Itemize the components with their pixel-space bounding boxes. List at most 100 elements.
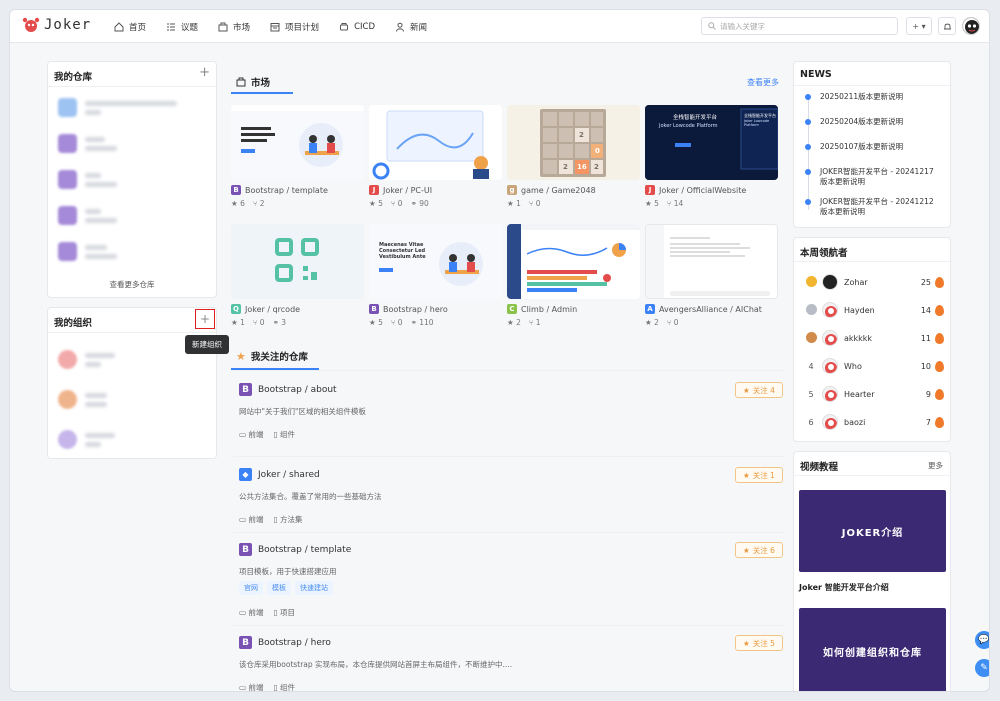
video-cover[interactable]: JOKER介绍 (799, 490, 946, 572)
official-title: 全栈智能开发平台 (673, 115, 718, 121)
my-orgs-card: 我的组织 + (47, 307, 217, 459)
thumb-image (507, 224, 640, 299)
follow-button[interactable]: ★ 关注 4 (735, 382, 783, 398)
main-nav: 首页 议题 市场 项目计划 CICD 新闻 (114, 10, 447, 43)
thumb-image (231, 105, 364, 180)
leader-row[interactable]: 6 baozi 7 (804, 412, 944, 432)
view-more-repos-link[interactable]: 查看更多仓库 (48, 279, 216, 290)
follow-button[interactable]: ★ 关注 1 (735, 467, 783, 483)
videos-more-link[interactable]: 更多 (928, 460, 943, 471)
user-avatar[interactable] (962, 17, 980, 35)
meta-frontend: ▭ 前端 (239, 430, 264, 439)
add-label: + ▾ (912, 21, 926, 31)
market-thumb-game2048[interactable]: 2 0 2 16 2 (507, 105, 640, 180)
chat-float-button[interactable]: 💬 (975, 631, 989, 649)
market-thumb-pcui[interactable] (369, 105, 502, 180)
favorite-repo-template[interactable]: B Bootstrap / template 项目模板，用于快速搭建应用 官网 模板… (233, 540, 785, 625)
divider (233, 456, 785, 457)
market-thumb-template[interactable] (231, 105, 364, 180)
nav-market[interactable]: 市场 (218, 21, 250, 33)
market-item-name[interactable]: B Bootstrap / template (231, 185, 328, 195)
avatar (822, 386, 838, 402)
market-more-link[interactable]: 查看更多 (747, 77, 779, 88)
repo-description: 项目模板，用于快速搭建应用 (239, 567, 337, 576)
nav-issues[interactable]: 议题 (166, 21, 198, 33)
repo-name[interactable]: Bootstrap / hero (258, 638, 331, 648)
favorite-repo-shared[interactable]: ◆ Joker / shared 公共方法集合。覆盖了常用的一些基础方法 ▭ 前端… (233, 465, 785, 535)
repos-title: 我的仓库 (54, 72, 93, 83)
repo-name[interactable]: Bootstrap / template (258, 545, 351, 555)
video-cover-text: JOKER介绍 (841, 527, 904, 539)
org-item[interactable] (58, 430, 115, 449)
nav-plan[interactable]: 项目计划 (270, 21, 319, 33)
market-thumb-official[interactable]: 全栈智能开发平台 Joker Lowcode Platform 全栈智能开发平台… (645, 105, 778, 180)
favorite-repo-about[interactable]: B Bootstrap / about 网站中"关于我们"区域的相关组件模板 ▭ … (233, 380, 785, 450)
repo-name[interactable]: Joker / shared (258, 470, 320, 480)
notification-button[interactable] (938, 17, 956, 35)
repo-name[interactable]: Bootstrap / about (258, 385, 337, 395)
nav-news[interactable]: 新闻 (395, 21, 427, 33)
follow-button[interactable]: ★ 关注 6 (735, 542, 783, 558)
thumb-image (231, 224, 364, 299)
market-item-name[interactable]: J Joker / OfficialWebsite (645, 185, 746, 195)
add-repo-icon[interactable]: + (199, 65, 210, 80)
market-thumb-qrcode[interactable] (231, 224, 364, 299)
market-item-name[interactable]: g game / Game2048 (507, 185, 596, 195)
leader-rank: 6 (808, 417, 814, 427)
market-item-name[interactable]: J Joker / PC-UI (369, 185, 432, 195)
repo-item[interactable] (58, 134, 117, 153)
favorite-repo-hero[interactable]: B Bootstrap / hero 该仓库采用bootstrap 实现布局，本仓… (233, 635, 785, 691)
timeline-dot (805, 119, 811, 125)
market-thumb-hero[interactable]: Maecenas Vitae Consectetur Led Vestibulu… (369, 224, 502, 299)
market-thumb-admin[interactable] (507, 224, 640, 299)
tag[interactable]: 模板 (267, 581, 291, 595)
search-input[interactable]: 请输入关键字 (720, 21, 765, 32)
market-item-name[interactable]: Q Joker / qrcode (231, 304, 300, 314)
leader-score: 14 (920, 305, 931, 315)
repo-item[interactable] (58, 206, 117, 225)
repo-icon: Q (231, 304, 241, 314)
search-box[interactable]: 请输入关键字 (701, 17, 898, 35)
leader-row[interactable]: akkkkk 11 (804, 328, 944, 348)
org-item[interactable] (58, 350, 115, 369)
leader-row[interactable]: Hayden 14 (804, 300, 944, 320)
nav-cicd[interactable]: CICD (339, 22, 375, 32)
follow-button[interactable]: ★ 关注 5 (735, 635, 783, 651)
news-item[interactable]: 20250204版本更新说明 (820, 117, 940, 127)
org-item[interactable] (58, 390, 107, 409)
news-item[interactable]: JOKER智能开发平台 - 20241217版本更新说明 (820, 167, 940, 187)
logo[interactable]: Joker (22, 17, 91, 33)
videos-card: 视频教程 更多 JOKER介绍 Joker 智能开发平台介绍 如何创建组织和仓库 (793, 451, 951, 691)
repo-icon (58, 242, 77, 261)
flame-icon (935, 388, 944, 400)
market-item-name[interactable]: A AvengersAlliance / AIChat (645, 304, 762, 314)
leader-row[interactable]: 5 Hearter 9 (804, 384, 944, 404)
leader-rank: 4 (808, 361, 814, 371)
edit-float-button[interactable]: ✎ (975, 659, 989, 677)
news-item[interactable]: JOKER智能开发平台 - 20241212版本更新说明 (820, 197, 940, 217)
repo-tags: 官网 模板 快速建站 (239, 581, 337, 595)
leader-row[interactable]: Zohar 25 (804, 272, 944, 292)
market-thumb-aichat[interactable] (645, 224, 778, 299)
add-org-button[interactable]: + (195, 309, 215, 329)
nav-home[interactable]: 首页 (114, 21, 146, 33)
shop-icon (218, 22, 228, 31)
meta-frontend: ▭ 前端 (239, 515, 264, 524)
tag[interactable]: 快速建站 (295, 581, 333, 595)
repo-item[interactable] (58, 170, 117, 189)
video-cover[interactable]: 如何创建组织和仓库 (799, 608, 946, 691)
news-item[interactable]: 20250107版本更新说明 (820, 142, 940, 152)
repo-item[interactable] (58, 98, 177, 117)
nav-label: 新闻 (410, 22, 428, 33)
tag[interactable]: 官网 (239, 581, 263, 595)
repo-item[interactable] (58, 242, 117, 261)
market-item-name[interactable]: C Climb / Admin (507, 304, 577, 314)
repo-description: 网站中"关于我们"区域的相关组件模板 (239, 407, 366, 416)
market-item-name[interactable]: B Bootstrap / hero (369, 304, 448, 314)
leader-row[interactable]: 4 Who 10 (804, 356, 944, 376)
video-caption[interactable]: Joker 智能开发平台介绍 (799, 582, 889, 593)
org-icon (58, 350, 77, 369)
divider (48, 332, 216, 333)
add-dropdown-button[interactable]: + ▾ (906, 17, 932, 35)
news-item[interactable]: 20250211版本更新说明 (820, 92, 940, 102)
